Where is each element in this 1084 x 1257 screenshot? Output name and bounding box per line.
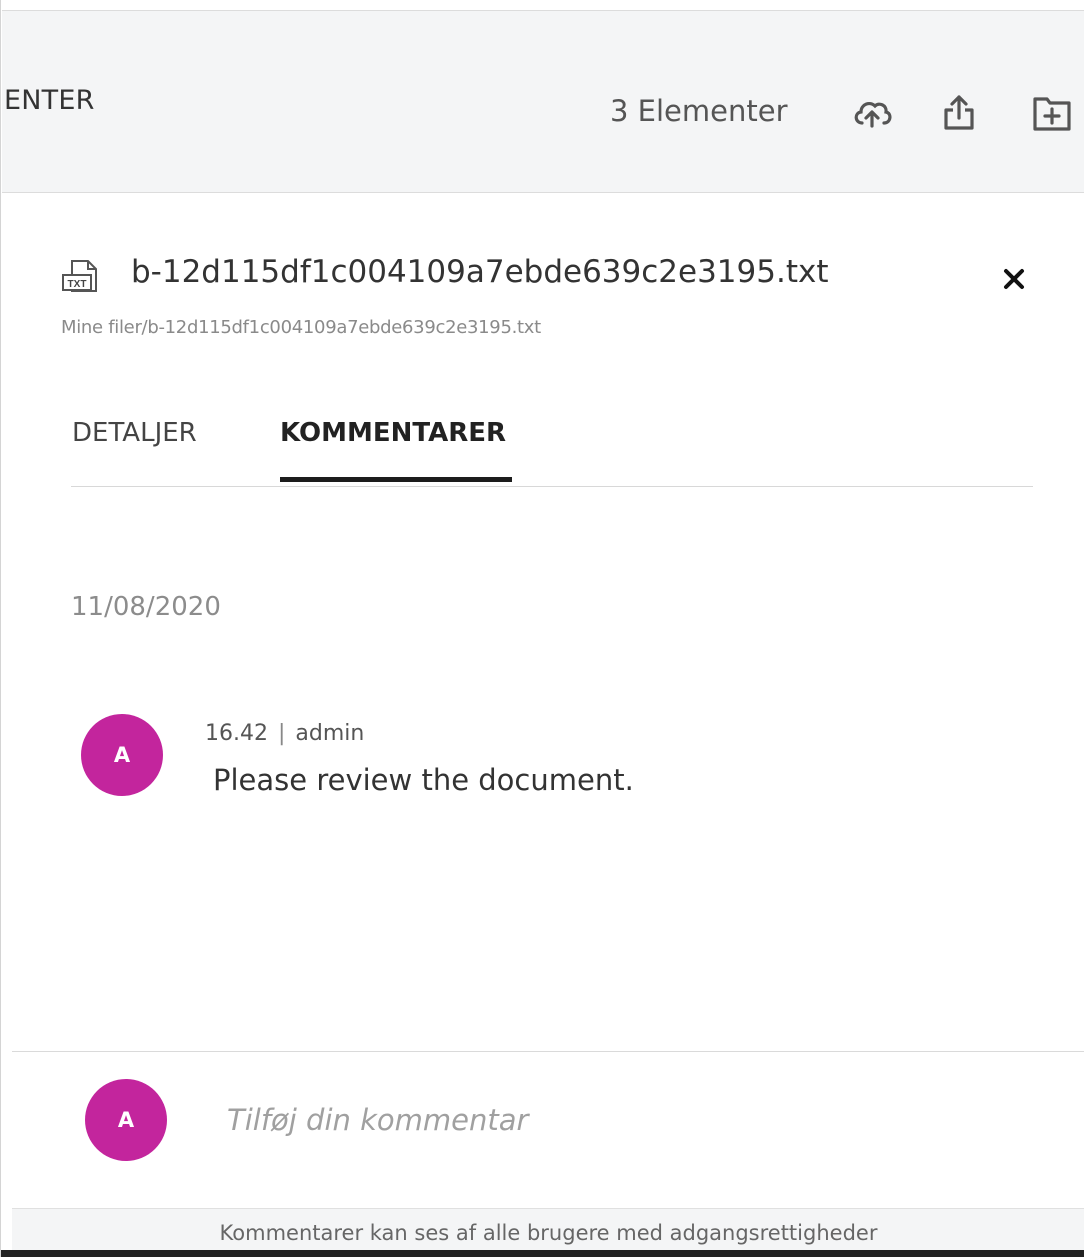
comment-date-group: 11/08/2020 [71,592,221,622]
top-toolbar: ENTER 3 Elementer [2,10,1084,193]
tab-comments[interactable]: KOMMENTARER [280,418,506,448]
comment-meta: 16.42 | admin [205,721,365,746]
visibility-note: Kommentarer kan ses af alle brugere med … [219,1221,878,1245]
avatar-initial: A [117,1108,135,1132]
avatar-initial: A [113,743,131,767]
tab-divider [71,486,1033,487]
comment-time: 16.42 [205,721,268,746]
item-count: 3 Elementer [610,94,788,128]
breadcrumb[interactable]: ENTER [4,85,95,116]
comment-input[interactable] [221,1095,1013,1145]
active-tab-indicator [280,477,512,482]
avatar: A [81,714,163,796]
file-path: Mine filer/b-12d115df1c004109a7ebde639c2… [61,317,541,338]
current-user-avatar: A [85,1079,167,1161]
window-bottom-edge [1,1250,1084,1257]
details-panel: ENTER 3 Elementer TXT b-12d115df1c004109… [0,0,1084,1257]
comment-author: admin [295,721,365,746]
share-icon[interactable] [937,91,981,135]
close-icon[interactable] [997,262,1031,296]
file-name: b-12d115df1c004109a7ebde639c2e3195.txt [131,254,829,290]
input-divider [12,1051,1084,1052]
new-folder-icon[interactable] [1029,91,1073,135]
comment-text: Please review the document. [213,763,634,797]
txt-file-icon: TXT [60,258,102,294]
file-type-badge: TXT [68,279,87,290]
tab-details[interactable]: DETALJER [72,418,197,448]
cloud-upload-icon[interactable] [850,91,894,135]
